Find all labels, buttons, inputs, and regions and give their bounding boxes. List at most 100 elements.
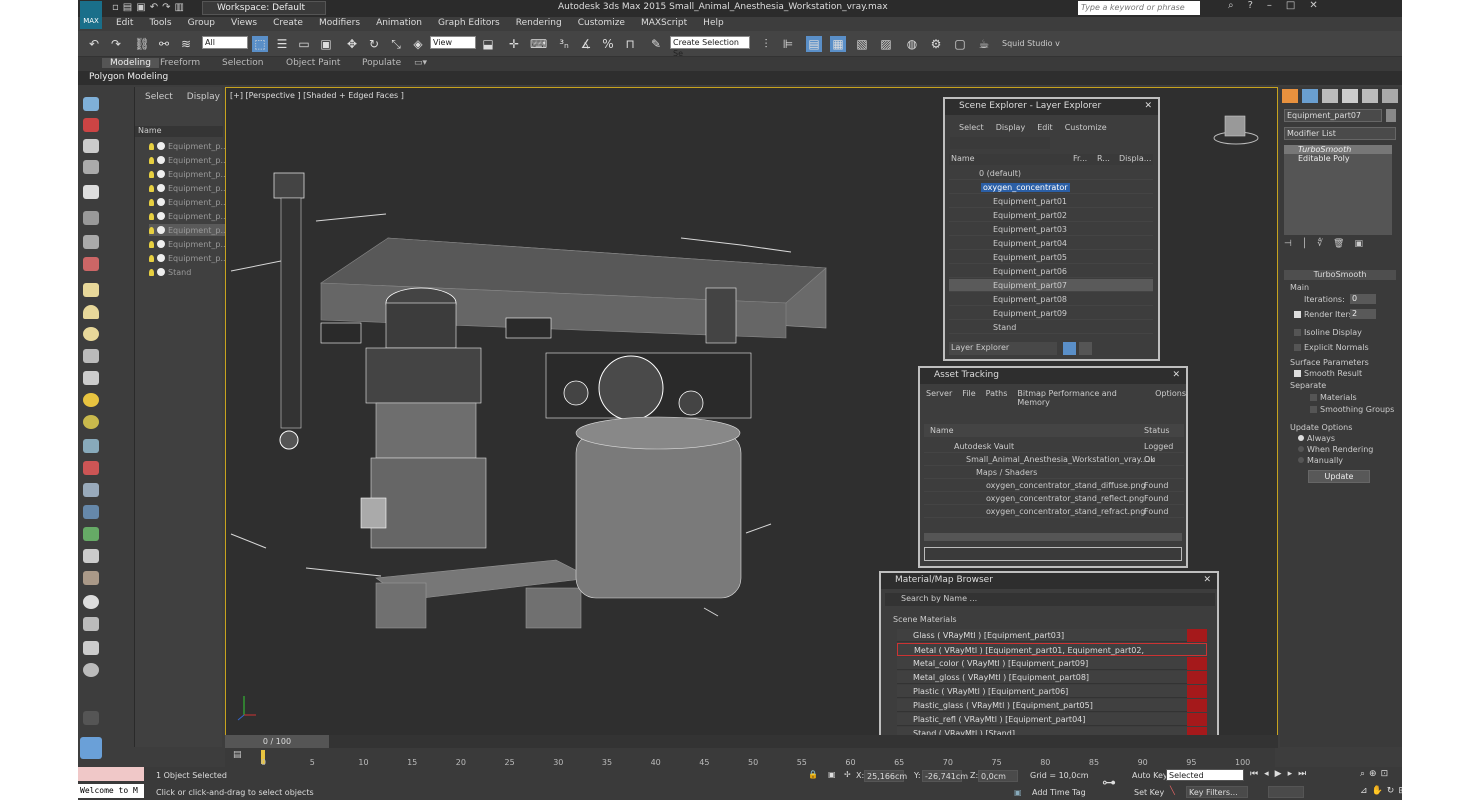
viewport-layout-icon[interactable]	[80, 737, 102, 759]
close-icon[interactable]: ✕	[1203, 575, 1211, 585]
grid-icon[interactable]	[83, 160, 99, 174]
menu-edit[interactable]: Edit	[108, 17, 141, 31]
tab-selection[interactable]: Selection	[222, 58, 263, 68]
scene-materials-group[interactable]: Scene Materials	[893, 615, 957, 624]
utilities-tab-icon[interactable]	[1382, 89, 1398, 103]
key-icon[interactable]: ⊶	[1102, 775, 1116, 791]
orbit-icon[interactable]: ↻	[1387, 786, 1395, 796]
percent-snap-icon[interactable]: %	[600, 36, 616, 52]
teapot-icon[interactable]	[83, 97, 99, 111]
globe-icon[interactable]	[83, 505, 99, 519]
light-bulb-icon[interactable]	[149, 184, 154, 192]
layer-row[interactable]: Stand	[949, 321, 1153, 334]
menu-bitmap-performance[interactable]: Bitmap Performance and Memory	[1017, 389, 1145, 407]
toggle-ribbon-icon[interactable]: ▦	[830, 36, 846, 52]
time-slider-thumb[interactable]: 0 / 100	[225, 735, 329, 748]
hierarchy-tab-icon[interactable]	[1322, 89, 1338, 103]
light-bulb-icon[interactable]	[149, 142, 154, 150]
menu-help[interactable]: Help	[695, 17, 732, 31]
layer-row[interactable]: Equipment_part06	[949, 265, 1153, 278]
object-name-field[interactable]: Equipment_part07	[1284, 109, 1382, 122]
material-editor-icon[interactable]: ◍	[904, 36, 920, 52]
menu-file[interactable]: File	[962, 389, 975, 407]
render-sphere-icon[interactable]	[83, 595, 99, 609]
foliage-icon[interactable]	[83, 527, 99, 541]
manipulate-icon[interactable]: ✛	[506, 36, 522, 52]
save-icon[interactable]: ▣	[136, 2, 145, 13]
spinner-snap-icon[interactable]: ⊓	[622, 36, 638, 52]
iterations-spinner[interactable]: 0	[1350, 294, 1376, 304]
bind-spacewarp-icon[interactable]: ≋	[178, 36, 194, 52]
rollout-title[interactable]: TurboSmooth	[1284, 270, 1396, 280]
render-setup-icon[interactable]: ⚙	[928, 36, 944, 52]
rotate-icon[interactable]: ↻	[366, 36, 382, 52]
close-icon[interactable]: ✕	[1144, 101, 1152, 111]
light-bulb-icon[interactable]	[149, 212, 154, 220]
asset-row[interactable]: oxygen_concentrator_stand_reflect.png Fou…	[924, 492, 1184, 505]
material-row[interactable]: Metal_color ( VRayMtl ) [Equipment_part0…	[897, 657, 1207, 670]
create-tab-icon[interactable]	[1282, 89, 1298, 103]
smoothing-groups-checkbox[interactable]: Smoothing Groups	[1310, 405, 1394, 414]
box-icon[interactable]	[83, 118, 99, 132]
go-to-end-icon[interactable]: ⏭	[1298, 769, 1306, 779]
pin-stack-icon[interactable]: ⊣	[1284, 239, 1292, 249]
daylight-icon[interactable]	[83, 415, 99, 429]
explicit-normals-checkbox[interactable]: Explicit Normals	[1294, 343, 1369, 352]
mirror-icon[interactable]: ⫶	[758, 36, 774, 52]
maxscript-listener[interactable]: Welcome to M	[78, 784, 144, 798]
place-icon[interactable]: ◈	[410, 36, 426, 52]
redo-icon[interactable]: ↷	[162, 2, 170, 13]
redo-icon[interactable]: ↷	[108, 36, 124, 52]
system-icon[interactable]	[83, 257, 99, 271]
schematic-view-icon[interactable]: ▨	[878, 36, 894, 52]
minimize-icon[interactable]: –	[1267, 0, 1272, 11]
render-frame-icon[interactable]: ▢	[952, 36, 968, 52]
layer-explorer-titlebar[interactable]: Scene Explorer - Layer Explorer	[945, 99, 1158, 115]
camera-icon[interactable]	[83, 211, 99, 225]
asset-row[interactable]: Small_Animal_Anesthesia_Workstation_vray…	[924, 453, 1184, 466]
menu-display[interactable]: Display	[996, 123, 1026, 132]
scene-item-row[interactable]: Equipment_p...	[149, 196, 228, 208]
material-row[interactable]: Plastic_glass ( VRayMtl ) [Equipment_par…	[897, 699, 1207, 712]
auto-key-button[interactable]: Auto Key	[1132, 771, 1168, 780]
scene-item-row[interactable]: Equipment_p...	[149, 154, 228, 166]
scene-item-row-selected[interactable]: Equipment_p...	[149, 224, 229, 236]
render-iters-spinner[interactable]: 2	[1350, 309, 1376, 319]
select-by-name-icon[interactable]: ☰	[274, 36, 290, 52]
cloth-icon[interactable]	[83, 483, 99, 497]
menu-maxscript[interactable]: MAXScript	[633, 17, 695, 31]
light-bulb-icon[interactable]	[149, 156, 154, 164]
phone-icon[interactable]	[83, 641, 99, 655]
close-icon[interactable]: ✕	[1172, 370, 1180, 380]
when-rendering-radio[interactable]: When Rendering	[1298, 445, 1373, 454]
isoline-display-checkbox[interactable]: Isoline Display	[1294, 328, 1362, 337]
col-name[interactable]: Name	[930, 424, 954, 437]
layer-row[interactable]: Equipment_part04	[949, 237, 1153, 250]
list-icon[interactable]	[83, 139, 99, 153]
scene-item-row[interactable]: Stand	[149, 266, 191, 278]
dynamics-icon[interactable]	[83, 461, 99, 475]
y-coordinate-field[interactable]: -26,741cm	[922, 770, 968, 782]
layer-row[interactable]: Equipment_part01	[949, 195, 1153, 208]
menu-paths[interactable]: Paths	[986, 389, 1008, 407]
undo-icon[interactable]: ↶	[150, 2, 158, 13]
material-row[interactable]: Plastic_refl ( VRayMtl ) [Equipment_part…	[897, 713, 1207, 726]
plane-icon[interactable]	[83, 283, 99, 297]
layer-row[interactable]: 0 (default)	[949, 167, 1153, 180]
renderer-label[interactable]: Squid Studio v	[1002, 39, 1060, 48]
material-browser-titlebar[interactable]: Material/Map Browser	[881, 573, 1217, 589]
menu-views[interactable]: Views	[223, 17, 265, 31]
asset-tracking-titlebar[interactable]: Asset Tracking	[920, 368, 1186, 384]
stack-item-turbosmooth[interactable]: TurboSmooth	[1284, 145, 1392, 154]
light-bulb-icon[interactable]	[149, 198, 154, 206]
track-bar[interactable]: ▤ 0 5 10 15 20 25 30 35 40 45 50 55 60 65 70 75 80 85 90 95…	[225, 748, 1275, 768]
align-icon[interactable]: ⊫	[780, 36, 796, 52]
maximize-icon[interactable]: □	[1286, 0, 1295, 11]
update-button[interactable]: Update	[1308, 470, 1370, 483]
sphere-icon[interactable]	[83, 305, 99, 319]
col-render[interactable]: R...	[1097, 154, 1110, 163]
materials-checkbox[interactable]: Materials	[1310, 393, 1357, 402]
next-frame-icon[interactable]: ▸	[1288, 769, 1293, 779]
menu-animation[interactable]: Animation	[368, 17, 430, 31]
make-unique-icon[interactable]: ∜	[1317, 239, 1323, 249]
